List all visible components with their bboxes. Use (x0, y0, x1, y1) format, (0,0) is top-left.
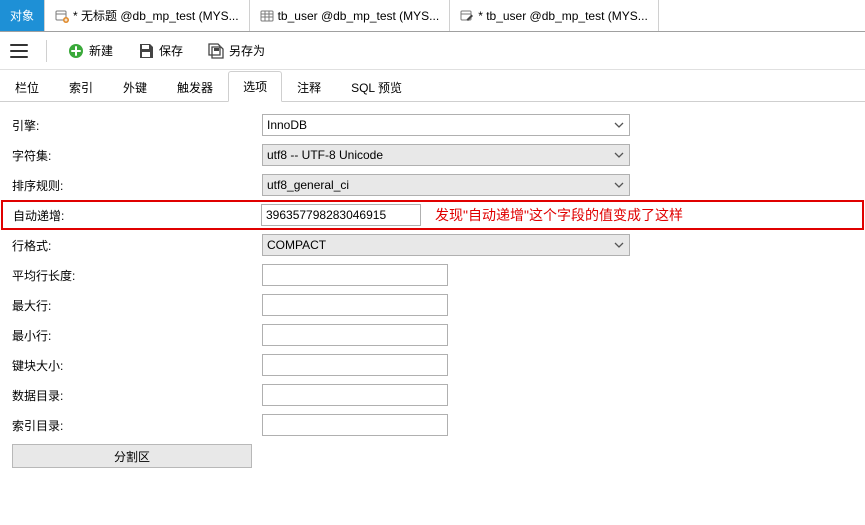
subtab-fk-label: 外键 (123, 79, 147, 96)
top-tab-bar: 对象 * 无标题 @db_mp_test (MYS... tb_user @db… (0, 0, 865, 32)
menu-icon[interactable] (8, 40, 30, 62)
saveas-button-label: 另存为 (229, 42, 265, 59)
indexdir-input[interactable] (267, 415, 443, 435)
minrows-label: 最小行: (12, 327, 262, 344)
subtab-columns[interactable]: 栏位 (0, 71, 54, 102)
chevron-down-icon (611, 235, 627, 255)
rowformat-label: 行格式: (12, 237, 262, 254)
minrows-input[interactable] (267, 325, 443, 345)
top-tab-tbuser1-label: tb_user @db_mp_test (MYS... (278, 9, 440, 23)
row-partition: 分割区 (0, 440, 865, 472)
autoinc-input[interactable] (266, 205, 416, 225)
rowformat-value: COMPACT (267, 238, 326, 252)
chevron-down-icon (611, 145, 627, 165)
row-maxrows: 最大行: (0, 290, 865, 320)
row-rowformat: 行格式: COMPACT (0, 230, 865, 260)
subtab-sql-label: SQL 预览 (351, 79, 402, 96)
autoinc-input-wrap[interactable] (261, 204, 421, 226)
subtab-options-label: 选项 (243, 78, 267, 95)
row-collation: 排序规则: utf8_general_ci (0, 170, 865, 200)
charset-select[interactable]: utf8 -- UTF-8 Unicode (262, 144, 630, 166)
subtab-indexes-label: 索引 (69, 79, 93, 96)
row-minrows: 最小行: (0, 320, 865, 350)
subtab-comment[interactable]: 注释 (282, 71, 336, 102)
subtab-indexes[interactable]: 索引 (54, 71, 108, 102)
top-tab-object[interactable]: 对象 (0, 0, 45, 31)
saveas-button[interactable]: 另存为 (203, 40, 269, 62)
rowformat-select[interactable]: COMPACT (262, 234, 630, 256)
subtab-sql[interactable]: SQL 预览 (336, 71, 417, 102)
top-tab-untitled-label: * 无标题 @db_mp_test (MYS... (73, 7, 239, 24)
annotation-text: 发现"自动递增"这个字段的值变成了这样 (435, 205, 683, 225)
table-edit-icon (460, 9, 474, 23)
partition-button[interactable]: 分割区 (12, 444, 252, 468)
row-engine: 引擎: InnoDB (0, 110, 865, 140)
indexdir-input-wrap[interactable] (262, 414, 448, 436)
maxrows-label: 最大行: (12, 297, 262, 314)
subtab-columns-label: 栏位 (15, 79, 39, 96)
separator (46, 40, 47, 62)
autoinc-label: 自动递增: (13, 207, 261, 224)
minrows-input-wrap[interactable] (262, 324, 448, 346)
keyblock-label: 键块大小: (12, 357, 262, 374)
top-tab-object-label: 对象 (10, 7, 34, 24)
table-icon (260, 9, 274, 23)
datadir-label: 数据目录: (12, 387, 262, 404)
row-datadir: 数据目录: (0, 380, 865, 410)
avglen-label: 平均行长度: (12, 267, 262, 284)
charset-label: 字符集: (12, 147, 262, 164)
options-form: 引擎: InnoDB 字符集: utf8 -- UTF-8 Unicode 排序… (0, 102, 865, 472)
datadir-input[interactable] (267, 385, 443, 405)
collation-select[interactable]: utf8_general_ci (262, 174, 630, 196)
new-button-label: 新建 (89, 42, 113, 59)
top-tab-tbuser1[interactable]: tb_user @db_mp_test (MYS... (250, 0, 451, 31)
row-charset: 字符集: utf8 -- UTF-8 Unicode (0, 140, 865, 170)
engine-label: 引擎: (12, 117, 262, 134)
datadir-input-wrap[interactable] (262, 384, 448, 406)
sub-tab-bar: 栏位 索引 外键 触发器 选项 注释 SQL 预览 (0, 70, 865, 102)
chevron-down-icon (611, 115, 627, 135)
maxrows-input-wrap[interactable] (262, 294, 448, 316)
top-tab-tbuser2[interactable]: * tb_user @db_mp_test (MYS... (450, 0, 659, 31)
charset-value: utf8 -- UTF-8 Unicode (267, 148, 383, 162)
save-icon (137, 42, 155, 60)
subtab-comment-label: 注释 (297, 79, 321, 96)
subtab-triggers-label: 触发器 (177, 79, 213, 96)
keyblock-input-wrap[interactable] (262, 354, 448, 376)
row-autoinc: 自动递增: 发现"自动递增"这个字段的值变成了这样 (1, 200, 864, 230)
subtab-options[interactable]: 选项 (228, 71, 282, 102)
subtab-triggers[interactable]: 触发器 (162, 71, 228, 102)
indexdir-label: 索引目录: (12, 417, 262, 434)
row-keyblock: 键块大小: (0, 350, 865, 380)
new-icon (67, 42, 85, 60)
subtab-fk[interactable]: 外键 (108, 71, 162, 102)
toolbar: 新建 保存 另存为 (0, 32, 865, 70)
collation-label: 排序规则: (12, 177, 262, 194)
collation-value: utf8_general_ci (267, 178, 349, 192)
avglen-input-wrap[interactable] (262, 264, 448, 286)
engine-select[interactable]: InnoDB (262, 114, 630, 136)
engine-value: InnoDB (267, 118, 307, 132)
top-tab-tbuser2-label: * tb_user @db_mp_test (MYS... (478, 9, 648, 23)
save-button-label: 保存 (159, 42, 183, 59)
save-button[interactable]: 保存 (133, 40, 187, 62)
maxrows-input[interactable] (267, 295, 443, 315)
top-tab-untitled[interactable]: * 无标题 @db_mp_test (MYS... (45, 0, 250, 31)
saveas-icon (207, 42, 225, 60)
chevron-down-icon (611, 175, 627, 195)
partition-button-label: 分割区 (114, 448, 150, 465)
row-indexdir: 索引目录: (0, 410, 865, 440)
avglen-input[interactable] (267, 265, 443, 285)
new-button[interactable]: 新建 (63, 40, 117, 62)
row-avglen: 平均行长度: (0, 260, 865, 290)
table-new-icon (55, 9, 69, 23)
keyblock-input[interactable] (267, 355, 443, 375)
